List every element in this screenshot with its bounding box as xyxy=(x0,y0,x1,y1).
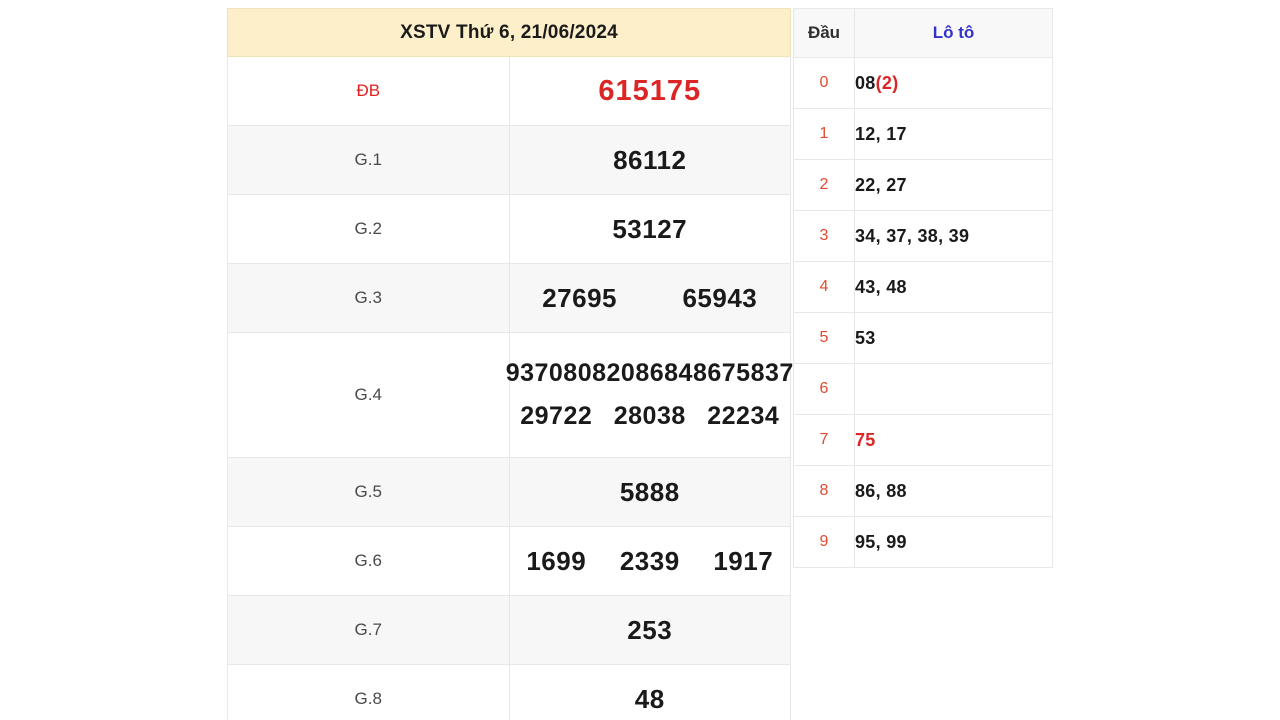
prize-values-g6: 1699 2339 1917 xyxy=(508,526,791,596)
loto-values-2: 22, 27 xyxy=(854,159,1053,211)
prize-label-g5: G.5 xyxy=(227,457,510,527)
loto-dau-2: 2 xyxy=(793,159,855,211)
loto-header-loto: Lô tô xyxy=(854,8,1053,58)
prize-results-table: XSTV Thứ 6, 21/06/2024 ĐB 615175 G.1 861… xyxy=(227,8,794,720)
loto-values-4: 43, 48 xyxy=(854,261,1053,313)
prize-label-g3: G.3 xyxy=(227,263,510,333)
prize-label-g4: G.4 xyxy=(227,332,510,458)
loto-dau-4: 4 xyxy=(793,261,855,313)
prize-label-g1: G.1 xyxy=(227,125,510,195)
loto-row: 9 95, 99 xyxy=(793,516,1053,568)
loto-values-5: 53 xyxy=(854,312,1053,364)
prize-values-g7: 253 xyxy=(508,595,791,665)
table-row: G.5 5888 xyxy=(227,457,791,527)
prize-number: 48 xyxy=(634,683,665,714)
table-row: G.2 53127 xyxy=(227,194,791,264)
loto-values-9: 95, 99 xyxy=(854,516,1053,568)
table-row: ĐB 615175 xyxy=(227,56,791,126)
loto-values-8: 86, 88 xyxy=(854,465,1053,517)
prize-values-g4: 93708 08208 68486 75837 29722 28038 2223… xyxy=(505,332,794,458)
prize-number: 253 xyxy=(627,614,673,645)
table-row: G.3 27695 65943 xyxy=(227,263,791,333)
table-row: G.6 1699 2339 1917 xyxy=(227,526,791,596)
loto-row: 6 xyxy=(793,363,1053,415)
loto-dau-6: 6 xyxy=(793,363,855,415)
prize-number: 65943 xyxy=(682,282,758,313)
loto-header-row: Đầu Lô tô xyxy=(793,8,1053,58)
table-row: G.1 86112 xyxy=(227,125,791,195)
prize-values-g1: 86112 xyxy=(508,125,791,195)
prize-number: 93708 xyxy=(505,359,578,387)
prize-number: 28038 xyxy=(613,402,686,430)
table-title-row: XSTV Thứ 6, 21/06/2024 xyxy=(227,8,791,57)
loto-dau-8: 8 xyxy=(793,465,855,517)
prize-number: 86112 xyxy=(613,144,687,175)
prize-number: 75837 xyxy=(721,359,794,387)
loto-row: 4 43, 48 xyxy=(793,261,1053,313)
prize-number: 27695 xyxy=(542,282,618,313)
loto-header-dau: Đầu xyxy=(793,8,855,58)
prize-label-g6: G.6 xyxy=(227,526,510,596)
loto-dau-9: 9 xyxy=(793,516,855,568)
prize-number: 29722 xyxy=(520,402,593,430)
prize-number: 68486 xyxy=(649,359,722,387)
prize-number: 5888 xyxy=(619,476,680,507)
prize-number: 2339 xyxy=(619,545,680,576)
loto-values-6 xyxy=(854,363,1053,415)
prize-values-g8: 48 xyxy=(508,664,791,720)
page-title: XSTV Thứ 6, 21/06/2024 xyxy=(227,8,791,57)
loto-values-3: 34, 37, 38, 39 xyxy=(854,210,1053,262)
loto-row: 2 22, 27 xyxy=(793,159,1053,211)
prize-label-g2: G.2 xyxy=(227,194,510,264)
table-row: G.7 253 xyxy=(227,595,791,665)
lottery-results-page: XSTV Thứ 6, 21/06/2024 ĐB 615175 G.1 861… xyxy=(0,0,1280,720)
table-row: G.8 48 xyxy=(227,664,791,720)
table-row: G.4 93708 08208 68486 75837 29722 28038 … xyxy=(227,332,794,458)
prize-number: 615175 xyxy=(598,74,702,107)
loto-dau-3: 3 xyxy=(793,210,855,262)
loto-values-0: 08(2) xyxy=(854,57,1053,109)
prize-number: 1917 xyxy=(713,545,774,576)
prize-label-g8: G.8 xyxy=(227,664,510,720)
loto-row: 3 34, 37, 38, 39 xyxy=(793,210,1053,262)
loto-dau-7: 7 xyxy=(793,414,855,466)
prize-number: 53127 xyxy=(612,213,688,244)
prize-values-g2: 53127 xyxy=(508,194,791,264)
prize-label-g7: G.7 xyxy=(227,595,510,665)
prize-label-db: ĐB xyxy=(227,56,510,126)
prize-values-db: 615175 xyxy=(508,56,791,126)
loto-row: 7 75 xyxy=(793,414,1053,466)
loto-count: (2) xyxy=(875,72,899,93)
loto-row: 5 53 xyxy=(793,312,1053,364)
loto-dau-0: 0 xyxy=(793,57,855,109)
loto-numbers: 08 xyxy=(855,72,876,93)
prize-number: 22234 xyxy=(707,402,780,430)
prize-values-g3: 27695 65943 xyxy=(508,263,791,333)
prize-values-g5: 5888 xyxy=(508,457,791,527)
loto-row: 8 86, 88 xyxy=(793,465,1053,517)
loto-row: 0 08(2) xyxy=(793,57,1053,109)
loto-row: 1 12, 17 xyxy=(793,108,1053,160)
loto-summary-table: Đầu Lô tô 0 08(2) 1 12, 17 2 22, 27 3 34… xyxy=(793,8,1053,568)
prize-number: 1699 xyxy=(526,545,587,576)
loto-values-7: 75 xyxy=(854,414,1053,466)
loto-values-1: 12, 17 xyxy=(854,108,1053,160)
loto-dau-5: 5 xyxy=(793,312,855,364)
prize-number: 08208 xyxy=(577,359,650,387)
loto-dau-1: 1 xyxy=(793,108,855,160)
